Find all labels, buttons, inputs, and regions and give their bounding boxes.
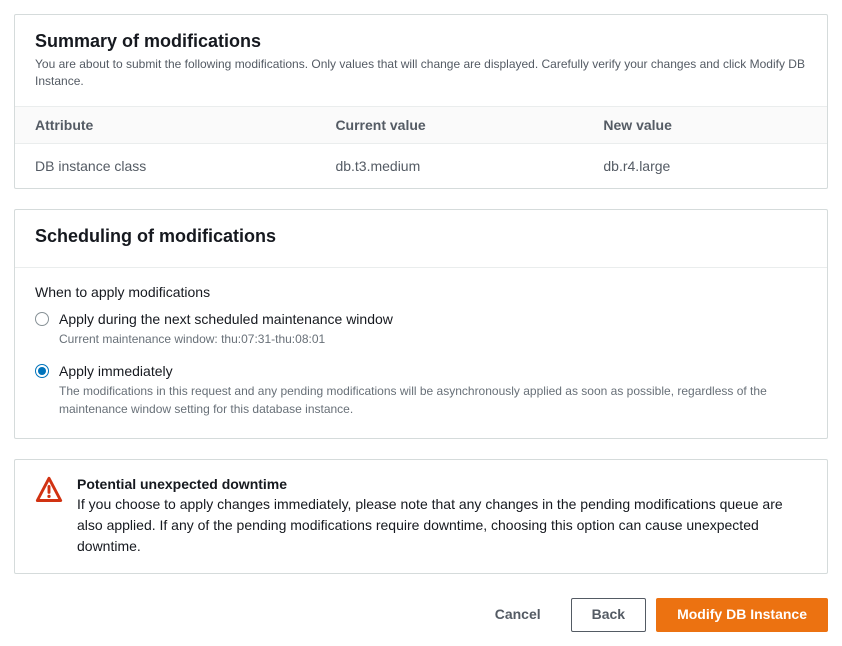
radio-maintenance-window[interactable] bbox=[35, 312, 49, 326]
col-current-value: Current value bbox=[315, 106, 583, 143]
warning-text: If you choose to apply changes immediate… bbox=[77, 494, 807, 557]
action-buttons: Cancel Back Modify DB Instance bbox=[14, 598, 828, 632]
radio-maintenance-window-desc: Current maintenance window: thu:07:31-th… bbox=[59, 330, 807, 348]
cancel-button[interactable]: Cancel bbox=[475, 599, 561, 631]
scheduling-title: Scheduling of modifications bbox=[35, 226, 807, 247]
summary-description: You are about to submit the following mo… bbox=[35, 56, 807, 90]
back-button[interactable]: Back bbox=[571, 598, 646, 632]
cell-current-value: db.t3.medium bbox=[315, 143, 583, 188]
radio-apply-immediately-label: Apply immediately bbox=[59, 362, 807, 380]
downtime-warning-alert: Potential unexpected downtime If you cho… bbox=[14, 459, 828, 574]
cell-new-value: db.r4.large bbox=[583, 143, 827, 188]
radio-apply-immediately-desc: The modifications in this request and an… bbox=[59, 382, 807, 418]
modifications-table: Attribute Current value New value DB ins… bbox=[15, 106, 827, 188]
cell-attribute: DB instance class bbox=[15, 143, 315, 188]
radio-apply-immediately[interactable] bbox=[35, 364, 49, 378]
when-to-apply-label: When to apply modifications bbox=[35, 284, 807, 300]
summary-panel: Summary of modifications You are about t… bbox=[14, 14, 828, 189]
modify-db-instance-button[interactable]: Modify DB Instance bbox=[656, 598, 828, 632]
col-new-value: New value bbox=[583, 106, 827, 143]
summary-title: Summary of modifications bbox=[35, 31, 807, 52]
radio-maintenance-window-label: Apply during the next scheduled maintena… bbox=[59, 310, 807, 328]
col-attribute: Attribute bbox=[15, 106, 315, 143]
warning-icon bbox=[35, 476, 63, 504]
warning-title: Potential unexpected downtime bbox=[77, 476, 807, 492]
scheduling-panel: Scheduling of modifications When to appl… bbox=[14, 209, 828, 439]
table-row: DB instance class db.t3.medium db.r4.lar… bbox=[15, 143, 827, 188]
